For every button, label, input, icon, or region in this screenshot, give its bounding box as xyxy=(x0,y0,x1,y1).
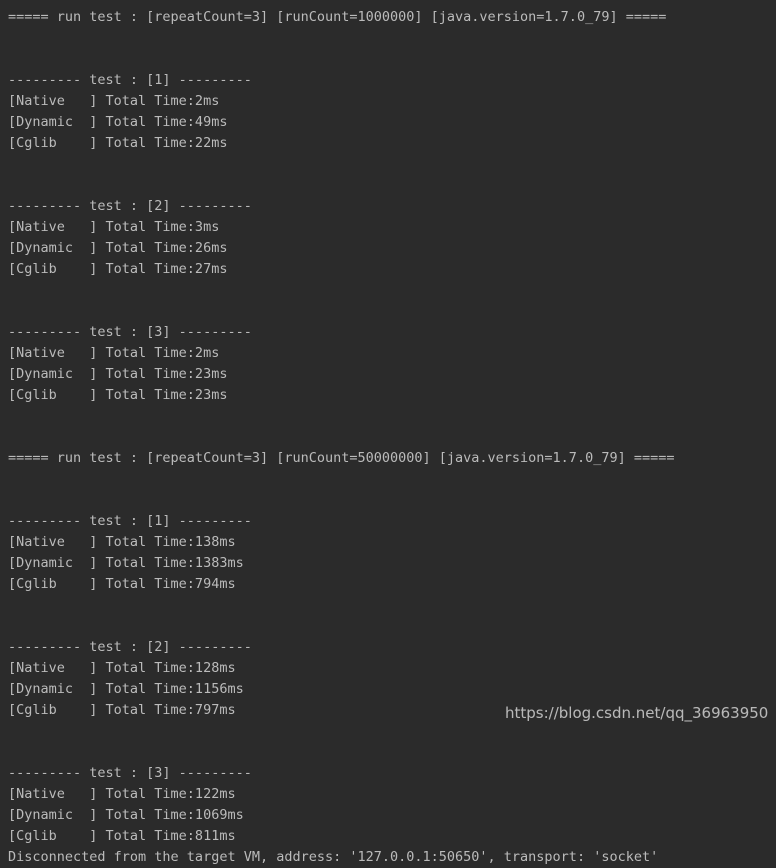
console-output-panel[interactable]: ===== run test : [repeatCount=3] [runCou… xyxy=(0,0,776,865)
console-line: [Cglib ] Total Time:811ms xyxy=(8,828,236,844)
console-line: [Native ] Total Time:2ms xyxy=(8,93,220,109)
console-line: [Native ] Total Time:138ms xyxy=(8,534,236,550)
console-line: [Cglib ] Total Time:794ms xyxy=(8,576,236,592)
console-line: [Dynamic ] Total Time:23ms xyxy=(8,366,228,382)
console-line: [Cglib ] Total Time:22ms xyxy=(8,135,228,151)
console-line: [Dynamic ] Total Time:1383ms xyxy=(8,555,244,571)
console-line: [Dynamic ] Total Time:26ms xyxy=(8,240,228,256)
console-line: [Native ] Total Time:2ms xyxy=(8,345,220,361)
console-line: --------- test : [3] --------- xyxy=(8,765,252,781)
console-line: --------- test : [1] --------- xyxy=(8,72,252,88)
console-line: ===== run test : [repeatCount=3] [runCou… xyxy=(8,450,675,466)
console-line: --------- test : [3] --------- xyxy=(8,324,252,340)
console-line: [Native ] Total Time:128ms xyxy=(8,660,236,676)
console-line: [Dynamic ] Total Time:1069ms xyxy=(8,807,244,823)
console-line: --------- test : [2] --------- xyxy=(8,198,252,214)
console-line: [Native ] Total Time:3ms xyxy=(8,219,220,235)
console-line: [Native ] Total Time:122ms xyxy=(8,786,236,802)
console-line: --------- test : [1] --------- xyxy=(8,513,252,529)
console-line: [Cglib ] Total Time:797ms xyxy=(8,702,236,718)
console-line: [Cglib ] Total Time:27ms xyxy=(8,261,228,277)
console-line: Disconnected from the target VM, address… xyxy=(8,849,659,865)
console-line: ===== run test : [repeatCount=3] [runCou… xyxy=(8,9,667,25)
console-line: [Dynamic ] Total Time:49ms xyxy=(8,114,228,130)
console-line: [Dynamic ] Total Time:1156ms xyxy=(8,681,244,697)
console-line: --------- test : [2] --------- xyxy=(8,639,252,655)
console-line: [Cglib ] Total Time:23ms xyxy=(8,387,228,403)
